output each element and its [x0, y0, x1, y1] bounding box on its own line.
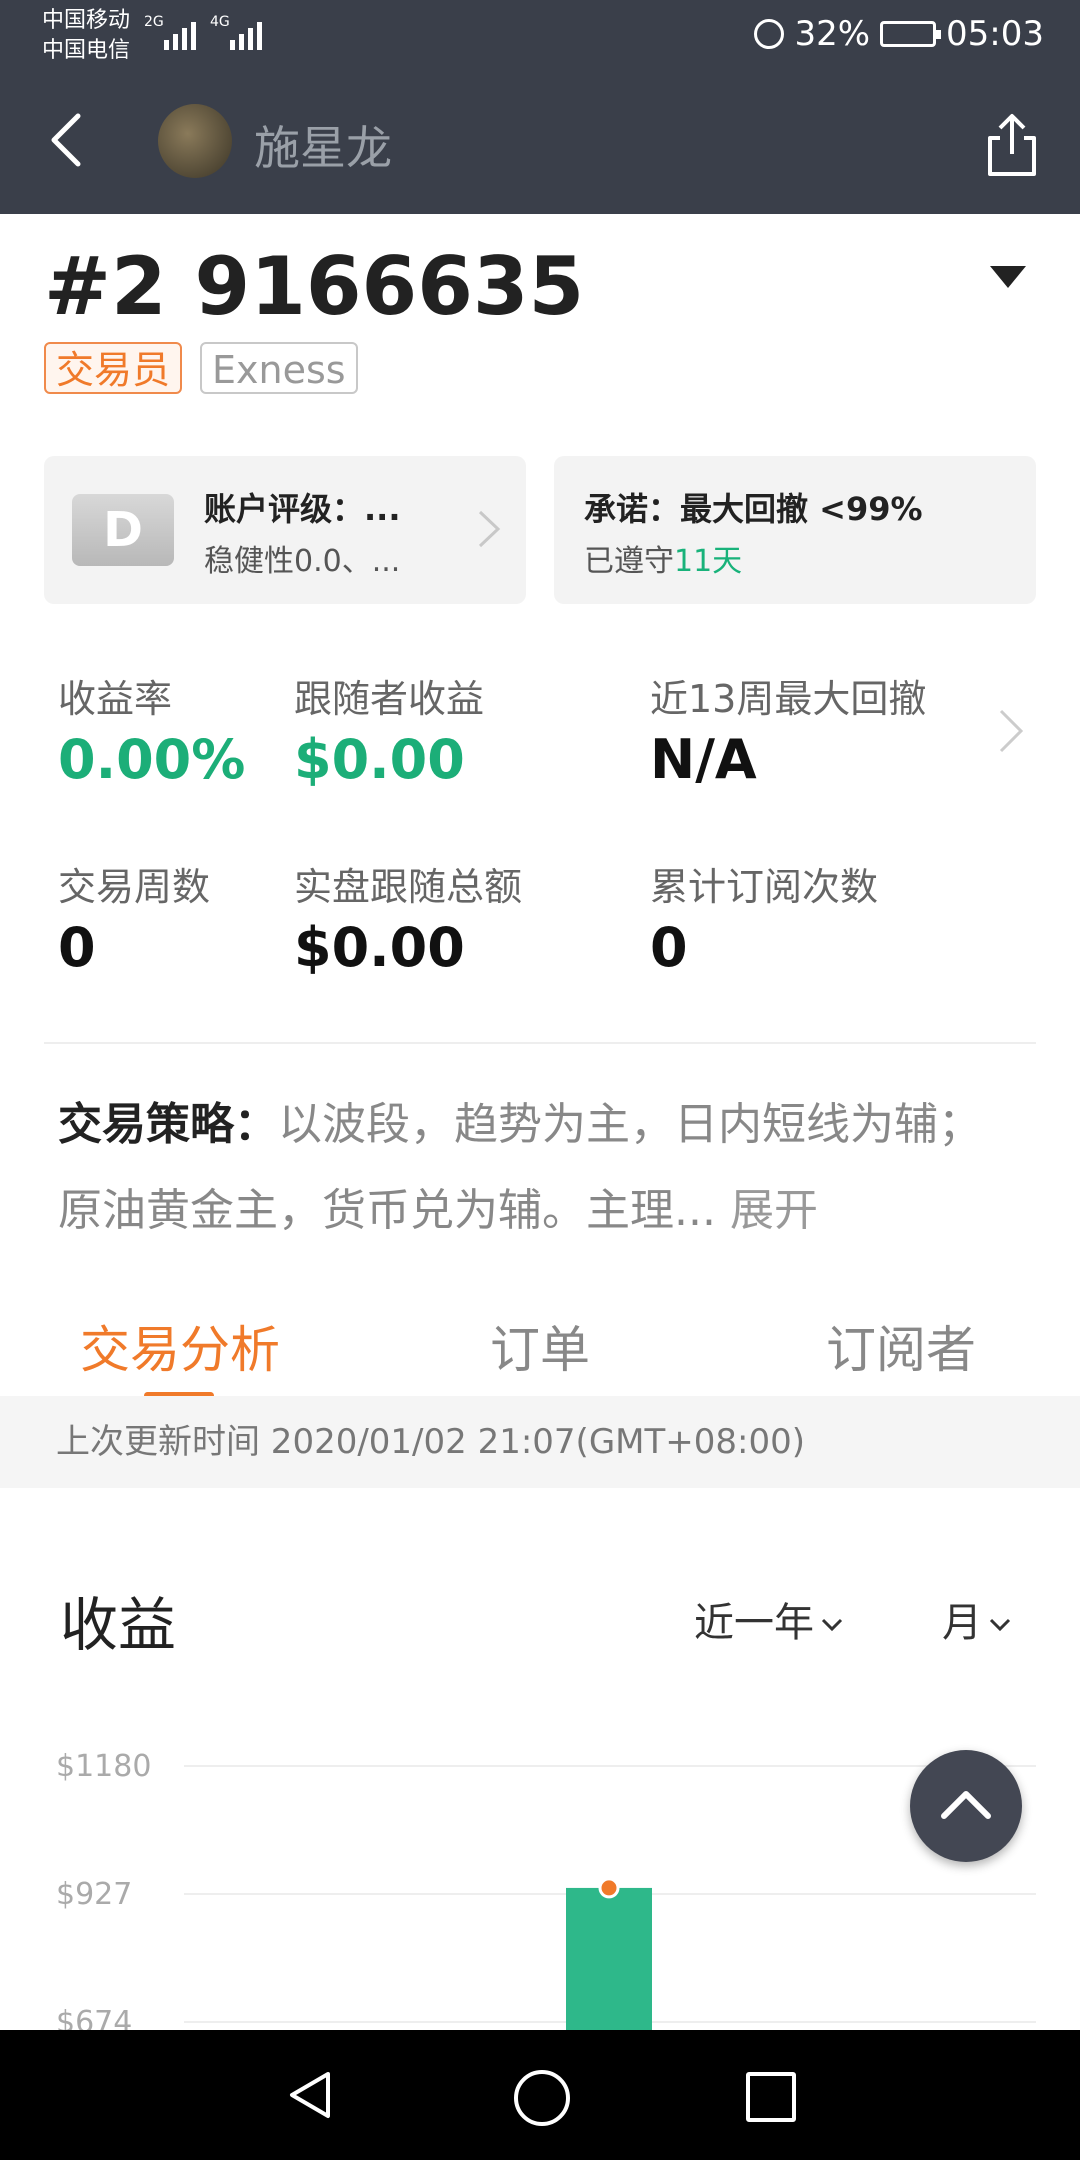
last-update-text: 上次更新时间 2020/01/02 21:07(GMT+08:00) — [56, 1422, 806, 1462]
strategy-text: 交易策略：以波段，趋势为主，日内短线为辅；原油黄金主，货币兑为辅。主理... 展… — [58, 1082, 1008, 1254]
tab-orders[interactable]: 订单 — [490, 1310, 590, 1382]
system-nav-bar — [0, 2030, 1080, 2160]
carrier-2: 中国电信 — [42, 38, 131, 63]
return-label: 收益率 — [58, 677, 173, 721]
chevron-right-icon — [478, 510, 501, 548]
rating-subtitle: 稳健性0.0、... — [204, 544, 401, 579]
period-label: 月 — [942, 1600, 982, 1646]
live-follow-label: 实盘跟随总额 — [294, 865, 523, 909]
promise-card[interactable]: 承诺：最大回撤 <99% 已遵守11天 — [554, 456, 1036, 604]
signal-icon-2 — [230, 14, 262, 50]
return-value: 0.00% — [58, 728, 246, 791]
range-label: 近一年 — [694, 1600, 814, 1646]
status-right: 32% 05:03 — [754, 14, 1044, 54]
top-bar: 施星龙 — [0, 70, 1080, 214]
last-update: 上次更新时间 2020/01/02 21:07(GMT+08:00) — [0, 1396, 1080, 1488]
promise-days: 11天 — [674, 544, 743, 579]
broker-tag: Exness — [200, 342, 358, 394]
range-dropdown[interactable]: 近一年 — [694, 1590, 844, 1648]
divider — [44, 1042, 1036, 1044]
alarm-icon — [754, 19, 785, 49]
subscriptions-label: 累计订阅次数 — [650, 865, 879, 909]
carrier-labels: 中国移动 中国电信 — [42, 6, 130, 66]
tab-trade-analysis[interactable]: 交易分析 — [80, 1310, 280, 1382]
nav-back-icon[interactable] — [286, 2070, 332, 2120]
y-tick-label: $1180 — [56, 1749, 151, 1784]
max-drawdown-value: N/A — [650, 728, 757, 791]
rating-title: 账户评级：... — [204, 490, 401, 528]
back-arrow-icon[interactable] — [40, 110, 100, 170]
chevron-up-icon — [941, 1791, 991, 1819]
avatar[interactable] — [158, 104, 232, 178]
y-tick-label: $927 — [56, 1877, 132, 1912]
network-type-1: 2G — [144, 14, 164, 30]
subscriptions-value: 0 — [650, 916, 688, 979]
tab-subscribers[interactable]: 订阅者 — [826, 1310, 976, 1382]
battery-icon — [880, 21, 942, 47]
nav-recents-icon[interactable] — [746, 2072, 796, 2122]
trading-weeks-value: 0 — [58, 916, 96, 979]
chevron-down-icon — [821, 1618, 843, 1632]
chevron-right-icon[interactable] — [996, 706, 1026, 756]
promise-title: 承诺：最大回撤 <99% — [584, 490, 923, 528]
earnings-title: 收益 — [60, 1591, 177, 1659]
live-follow-value: $0.00 — [294, 916, 465, 979]
earnings-bar[interactable] — [566, 1887, 652, 2030]
share-icon[interactable] — [982, 112, 1042, 178]
network-type-2: 4G — [210, 14, 230, 30]
chevron-down-icon — [989, 1618, 1011, 1632]
account-number: #2 9166635 — [44, 240, 585, 333]
follower-earnings-value: $0.00 — [294, 728, 465, 791]
account-dropdown-icon[interactable] — [990, 266, 1026, 288]
rating-badge: D — [72, 494, 174, 566]
y-tick-label: $674 — [56, 2005, 132, 2030]
signal-icon — [164, 14, 196, 50]
status-bar: 中国移动 中国电信 2G 4G 32% 05:03 — [0, 0, 1080, 70]
promise-prefix: 已遵守 — [584, 544, 674, 579]
scroll-top-button[interactable] — [910, 1750, 1022, 1862]
nav-home-icon[interactable] — [514, 2070, 570, 2126]
battery-percent: 32% — [794, 14, 871, 54]
tab-bar: 交易分析 订单 订阅者 — [0, 1286, 1080, 1399]
max-drawdown-label: 近13周最大回撤 — [650, 677, 927, 721]
clock: 05:03 — [946, 14, 1044, 54]
carrier-1: 中国移动 — [42, 8, 131, 33]
promise-subtitle: 已遵守11天 — [584, 536, 742, 580]
trader-tag: 交易员 — [44, 342, 183, 394]
expand-link[interactable]: 展开 — [730, 1185, 818, 1236]
trading-weeks-label: 交易周数 — [58, 865, 211, 909]
follower-earnings-label: 跟随者收益 — [294, 677, 485, 721]
rating-card[interactable]: D 账户评级：... 稳健性0.0、... — [44, 456, 526, 604]
strategy-label: 交易策略： — [58, 1099, 278, 1150]
period-dropdown[interactable]: 月 — [942, 1590, 1012, 1648]
bar-marker — [598, 1877, 620, 1899]
trader-name: 施星龙 — [254, 121, 392, 175]
